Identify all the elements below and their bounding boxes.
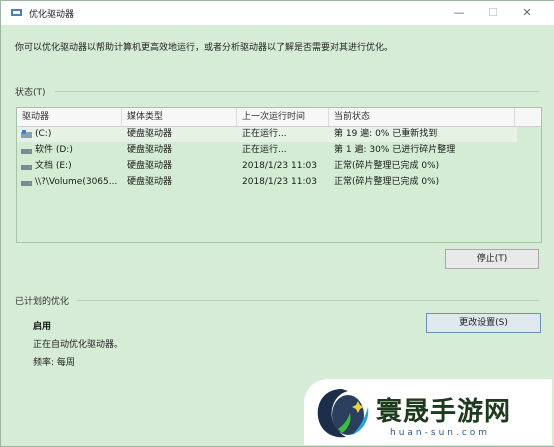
- defrag-app-icon: [11, 9, 22, 16]
- scheduled-section-label: 已计划的优化: [15, 297, 70, 307]
- schedule-frequency: 频率: 每周: [33, 358, 75, 368]
- cell-status: 第 19 遍: 0% 已重新找到: [334, 129, 438, 139]
- status-section-label: 状态(T): [15, 88, 46, 98]
- change-settings-button[interactable]: 更改设置(S): [426, 313, 541, 333]
- cell-media-type: 硬盘驱动器: [127, 177, 173, 187]
- table-header: 驱动器 媒体类型 上一次运行时间 当前状态: [17, 108, 541, 127]
- window-title: 优化驱动器: [29, 10, 75, 20]
- status-divider: [55, 91, 539, 92]
- cell-media-type: 硬盘驱动器: [127, 145, 173, 155]
- table-row[interactable]: (C:) 硬盘驱动器 正在运行... 第 19 遍: 0% 已重新找到: [17, 127, 517, 142]
- schedule-state: 启用: [33, 322, 52, 332]
- cell-last-run: 2018/1/23 11:03: [242, 177, 317, 187]
- cell-drive: 文档 (E:): [35, 161, 72, 171]
- column-header-media-type[interactable]: 媒体类型: [122, 108, 237, 126]
- table-row[interactable]: 软件 (D:) 硬盘驱动器 正在运行... 第 1 遍: 30% 已进行碎片整理: [17, 143, 517, 158]
- cell-drive: (C:): [35, 129, 52, 139]
- cell-last-run: 正在运行...: [242, 145, 287, 155]
- watermark-logo-icon: [317, 389, 369, 438]
- minimize-button[interactable]: —: [441, 3, 477, 23]
- table-row[interactable]: \\?\Volume(3065... 硬盘驱动器 2018/1/23 11:03…: [17, 175, 517, 190]
- cell-last-run: 2018/1/23 11:03: [242, 161, 317, 171]
- column-header-drive[interactable]: 驱动器: [17, 108, 122, 126]
- hard-drive-icon: [21, 165, 32, 170]
- optimize-drives-window: 优化驱动器 — ☐ ✕ 你可以优化驱动器以帮助计算机更高效地运行，或者分析驱动器…: [0, 0, 554, 447]
- cell-media-type: 硬盘驱动器: [127, 129, 173, 139]
- hard-drive-icon: [21, 181, 32, 186]
- title-bar: 优化驱动器 — ☐ ✕: [1, 1, 554, 25]
- watermark-brand: 寰晟手游网: [376, 397, 512, 427]
- cell-drive: 软件 (D:): [35, 145, 73, 155]
- drives-table[interactable]: 驱动器 媒体类型 上一次运行时间 当前状态 (C:) 硬盘驱动器 正在运行...…: [16, 107, 542, 243]
- close-button[interactable]: ✕: [509, 3, 545, 23]
- column-header-filler: [515, 108, 541, 126]
- column-header-status[interactable]: 当前状态: [329, 108, 515, 126]
- scheduled-divider: [77, 300, 539, 301]
- hard-drive-icon: [21, 149, 32, 154]
- cell-drive: \\?\Volume(3065...: [35, 177, 118, 187]
- schedule-auto-text: 正在自动优化驱动器。: [33, 340, 124, 350]
- cell-status: 正常(碎片整理已完成 0%): [334, 161, 440, 171]
- cell-status: 第 1 遍: 30% 已进行碎片整理: [334, 145, 456, 155]
- table-row[interactable]: 文档 (E:) 硬盘驱动器 2018/1/23 11:03 正常(碎片整理已完成…: [17, 159, 517, 174]
- stop-button[interactable]: 停止(T): [445, 249, 539, 269]
- watermark-overlay: 寰晟手游网 huan-sun.com: [304, 379, 552, 445]
- cell-status: 正常(碎片整理已完成 0%): [334, 177, 440, 187]
- watermark-url: huan-sun.com: [390, 428, 491, 438]
- cell-media-type: 硬盘驱动器: [127, 161, 173, 171]
- windows-drive-icon: [21, 130, 32, 138]
- cell-last-run: 正在运行...: [242, 129, 287, 139]
- maximize-button[interactable]: ☐: [475, 3, 511, 23]
- description-text: 你可以优化驱动器以帮助计算机更高效地运行，或者分析驱动器以了解是否需要对其进行优…: [15, 43, 394, 53]
- column-header-last-run[interactable]: 上一次运行时间: [237, 108, 329, 126]
